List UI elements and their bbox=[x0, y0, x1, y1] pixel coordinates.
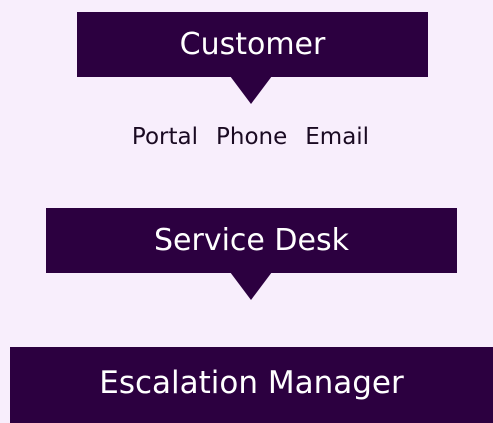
channel-portal: Portal bbox=[131, 124, 199, 150]
channel-email: Email bbox=[305, 124, 370, 150]
service-desk-label: Service Desk bbox=[154, 223, 349, 258]
down-arrow-icon bbox=[230, 272, 272, 300]
escalation-manager-label: Escalation Manager bbox=[99, 365, 404, 401]
escalation-manager-node: Escalation Manager bbox=[10, 347, 493, 423]
channel-phone: Phone bbox=[216, 124, 288, 150]
customer-node: Customer bbox=[77, 12, 428, 77]
channel-list: Portal Phone Email bbox=[0, 124, 493, 150]
customer-label: Customer bbox=[179, 27, 326, 62]
down-arrow-icon bbox=[230, 76, 272, 104]
service-desk-node: Service Desk bbox=[46, 208, 457, 273]
